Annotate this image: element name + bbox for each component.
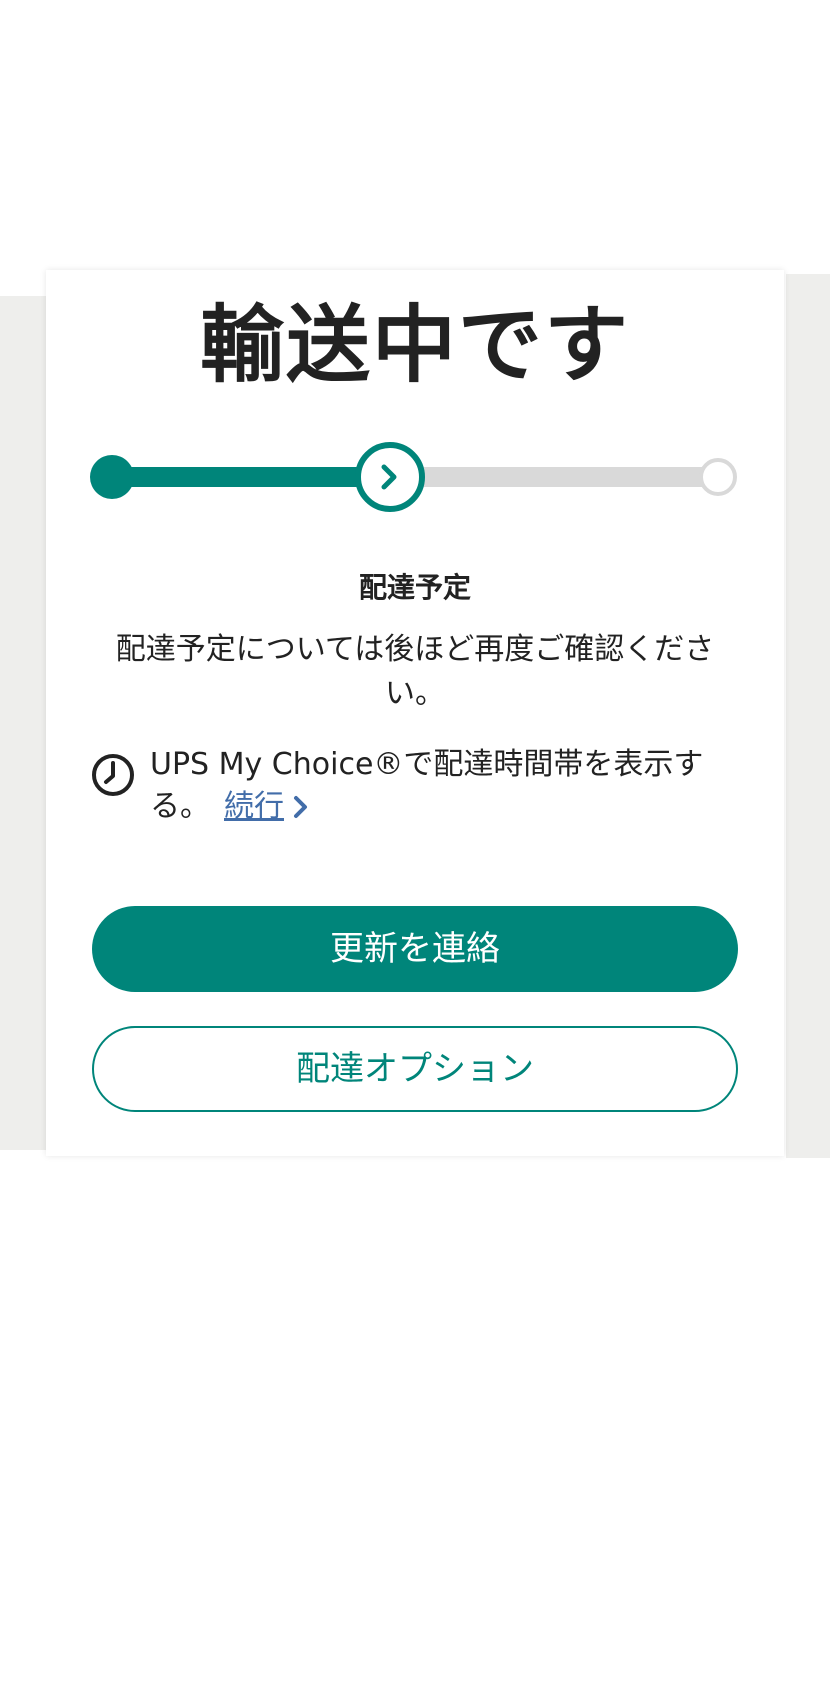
delivery-description: 配達予定については後ほど再度ご確認ください。 (115, 632, 715, 711)
clock-icon (92, 754, 134, 796)
progress-track-completed (102, 467, 372, 487)
progress-step-pending (699, 458, 737, 496)
chevron-right-icon[interactable] (292, 794, 310, 820)
continue-link[interactable]: 続行 (224, 789, 284, 824)
contact-update-button[interactable]: 更新を連絡 (92, 906, 738, 992)
delivery-options-button[interactable]: 配達オプション (92, 1026, 738, 1112)
page: 輸送中です 配達予定 配達予定については後ほど再度ご確認ください。 UPS My… (0, 0, 830, 1706)
status-title: 輸送中です (199, 296, 630, 394)
progress-step-current (355, 442, 425, 512)
progress-step-completed (90, 455, 134, 499)
background-panel-left (0, 296, 46, 1150)
delivery-heading: 配達予定 (358, 571, 471, 604)
mychoice-text-block: UPS My Choice®で配達時間帯を表示する。 続行 (150, 744, 730, 828)
background-panel-right (786, 274, 830, 1158)
shipment-progress-bar (90, 440, 740, 514)
